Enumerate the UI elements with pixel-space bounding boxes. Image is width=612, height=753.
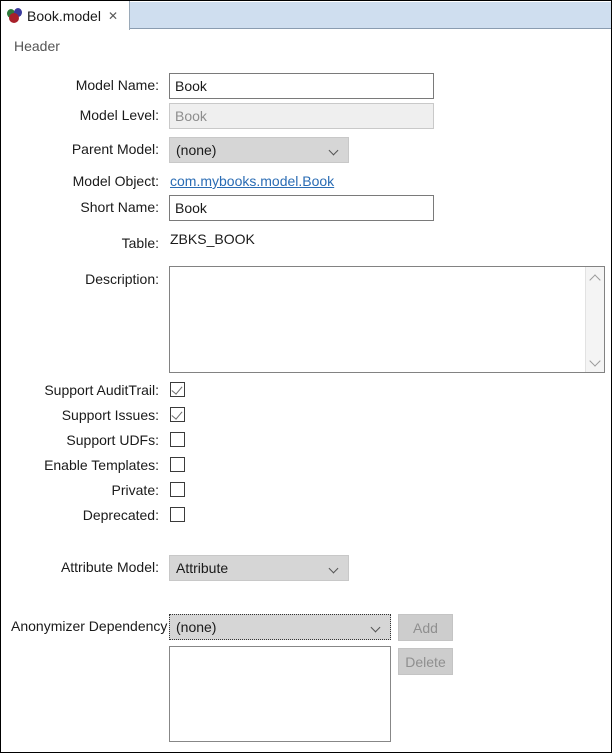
parent-model-dropdown[interactable]: (none) bbox=[169, 137, 349, 163]
support-audittrail-checkbox[interactable] bbox=[170, 382, 185, 397]
attribute-model-label: Attribute Model: bbox=[60, 559, 159, 575]
short-name-input[interactable] bbox=[169, 195, 434, 221]
table-label: Table: bbox=[121, 235, 159, 251]
model-name-input[interactable] bbox=[169, 73, 434, 99]
parent-model-value: (none) bbox=[176, 142, 217, 158]
support-udfs-checkbox[interactable] bbox=[170, 432, 185, 447]
support-udfs-label: Support UDFs: bbox=[66, 432, 159, 448]
table-value: ZBKS_BOOK bbox=[170, 231, 255, 247]
section-header-title: Header bbox=[14, 38, 60, 54]
enable-templates-checkbox[interactable] bbox=[170, 457, 185, 472]
support-audittrail-label: Support AuditTrail: bbox=[44, 382, 159, 398]
short-name-label: Short Name: bbox=[80, 199, 159, 215]
close-icon[interactable]: ✕ bbox=[108, 10, 118, 22]
support-issues-label: Support Issues: bbox=[61, 407, 159, 423]
model-editor-window: Book.model ✕ Header Model Name: Model Le… bbox=[0, 0, 612, 753]
model-sphere-icon bbox=[7, 8, 22, 23]
model-name-label: Model Name: bbox=[75, 77, 159, 93]
add-button[interactable]: Add bbox=[398, 614, 453, 641]
chevron-down-icon bbox=[330, 147, 339, 153]
scroll-down-icon[interactable] bbox=[590, 356, 600, 363]
attribute-model-dropdown[interactable]: Attribute bbox=[169, 555, 349, 581]
anonymizer-dependency-dropdown[interactable]: (none) bbox=[169, 614, 391, 640]
description-field-wrapper bbox=[169, 266, 605, 373]
support-issues-checkbox[interactable] bbox=[170, 407, 185, 422]
attribute-model-value: Attribute bbox=[176, 560, 229, 576]
description-scrollbar[interactable] bbox=[585, 267, 604, 372]
model-level-label: Model Level: bbox=[79, 107, 159, 123]
chevron-down-icon bbox=[330, 565, 339, 571]
scroll-up-icon[interactable] bbox=[590, 275, 600, 282]
tab-label: Book.model bbox=[27, 7, 101, 24]
anonymizer-dependency-value: (none) bbox=[176, 619, 217, 635]
anonymizer-dependency-label: Anonymizer Dependency bbox=[11, 618, 168, 634]
description-textarea[interactable] bbox=[170, 267, 585, 372]
model-level-input bbox=[169, 103, 434, 129]
parent-model-label: Parent Model: bbox=[71, 141, 159, 157]
description-label: Description: bbox=[85, 271, 159, 287]
editor-tab-bar: Book.model ✕ bbox=[1, 1, 611, 30]
model-object-label: Model Object: bbox=[72, 173, 159, 189]
private-label: Private: bbox=[111, 482, 159, 498]
tab-book-model[interactable]: Book.model ✕ bbox=[1, 1, 130, 30]
private-checkbox[interactable] bbox=[170, 482, 185, 497]
deprecated-label: Deprecated: bbox=[82, 507, 159, 523]
anonymizer-dependency-list[interactable] bbox=[169, 646, 391, 742]
deprecated-checkbox[interactable] bbox=[170, 507, 185, 522]
enable-templates-label: Enable Templates: bbox=[44, 457, 159, 473]
model-object-link[interactable]: com.mybooks.model.Book bbox=[170, 173, 334, 189]
tab-strip-background bbox=[129, 2, 611, 29]
delete-button[interactable]: Delete bbox=[398, 648, 453, 675]
chevron-down-icon bbox=[372, 624, 381, 630]
